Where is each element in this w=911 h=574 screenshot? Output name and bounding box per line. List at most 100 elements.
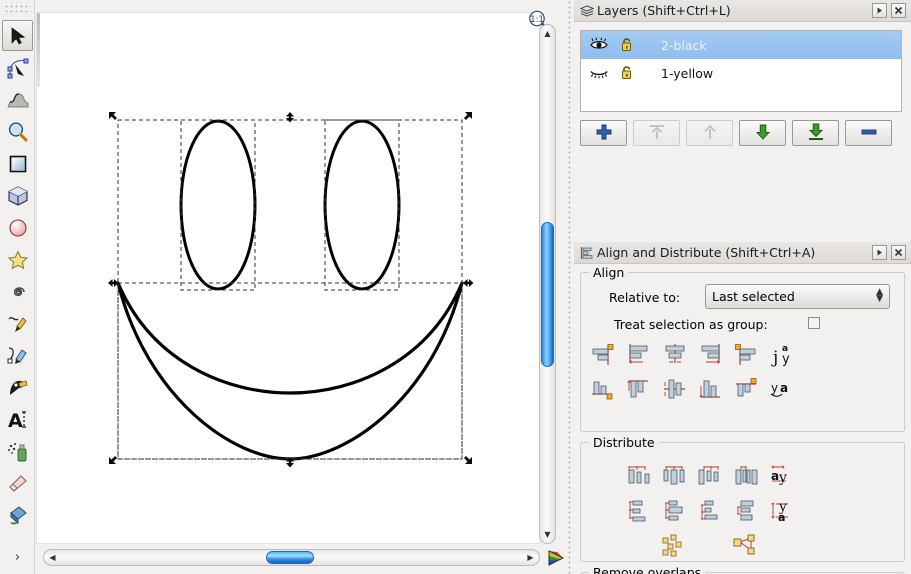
calligraphy-tool[interactable] — [2, 372, 33, 403]
center-on-vertical-axis-button[interactable] — [657, 340, 693, 370]
spiral-tool[interactable] — [2, 276, 33, 307]
scroll-left-arrow-icon[interactable]: ◀ — [45, 550, 60, 565]
distribute-top-edges-equidistantly-button[interactable] — [621, 496, 657, 526]
align-left-edges-button[interactable] — [621, 340, 657, 370]
treat-as-group-checkbox[interactable] — [808, 317, 820, 329]
panel-close-button[interactable] — [891, 3, 906, 18]
layer-lock-toggle[interactable] — [613, 64, 641, 83]
align-panel-header-buttons — [872, 245, 906, 260]
align-bottom-edge-to-top-anchor-button[interactable] — [585, 374, 621, 404]
layer-name: 1-yellow — [661, 65, 714, 81]
node-edit-icon — [7, 57, 29, 79]
raise-layer-button[interactable] — [686, 120, 733, 146]
lower-to-bottom-button[interactable] — [792, 120, 839, 146]
align-h-2-icon — [626, 343, 652, 367]
dist-h-2-icon — [662, 463, 688, 487]
align-panel-header: Align and Distribute (Shift+Ctrl+A) — [574, 242, 911, 264]
distribute-left-edges-equidistantly-button[interactable] — [621, 460, 657, 490]
group-selection-outline — [117, 119, 463, 460]
lower-layer-button[interactable] — [739, 120, 786, 146]
toolbox-drag-grip[interactable] — [3, 2, 31, 12]
dist-text-v-icon: y a — [770, 499, 796, 523]
svg-text:a: a — [771, 469, 779, 483]
star-tool[interactable] — [2, 244, 33, 275]
zoom-tool[interactable] — [2, 116, 33, 147]
dock-resize-grip[interactable] — [566, 0, 574, 574]
vertical-scrollbar[interactable]: ▲ ▼ — [539, 24, 556, 544]
mouth-crescent-path — [116, 281, 464, 461]
delete-layer-button[interactable] — [845, 120, 892, 146]
align-bottom-edges-button[interactable] — [693, 374, 729, 404]
layer-visibility-toggle[interactable] — [585, 37, 613, 54]
rectangle-tool[interactable] — [2, 148, 33, 179]
selector-tool[interactable] — [2, 20, 33, 51]
color-wheel-icon[interactable] — [546, 548, 566, 568]
distribute-text-baselines-vertically-button[interactable]: y a — [765, 496, 801, 526]
layers-stack-icon — [580, 4, 594, 18]
pencil-tool[interactable] — [2, 308, 33, 339]
bezier-pen-tool[interactable] — [2, 340, 33, 371]
ellipse-tool[interactable] — [2, 212, 33, 243]
align-right-edge-to-left-anchor-button[interactable] — [585, 340, 621, 370]
distribute-centers-horizontally-button[interactable] — [657, 460, 693, 490]
layer-row[interactable]: 1-yellow — [581, 59, 901, 87]
distribute-right-edges-equidistantly-button[interactable] — [693, 460, 729, 490]
make-horizontal-gaps-equal-button[interactable] — [729, 460, 765, 490]
horizontal-scrollbar[interactable]: ◀ ▶ — [43, 549, 540, 566]
rectangle-icon — [8, 154, 28, 174]
horizontal-scrollbar-thumb[interactable] — [266, 551, 314, 564]
make-vertical-gaps-equal-button[interactable] — [729, 496, 765, 526]
layer-visibility-toggle[interactable] — [585, 65, 613, 82]
lock-open-icon — [620, 64, 634, 83]
align-h-4-icon — [698, 343, 724, 367]
distribute-horizontal-buttons: a y — [621, 460, 801, 490]
eraser-tool[interactable] — [2, 468, 33, 499]
toolbox-overflow-chevron[interactable]: › — [2, 546, 33, 568]
layer-lock-toggle[interactable] — [613, 36, 641, 55]
scroll-down-arrow-icon[interactable]: ▼ — [540, 527, 555, 542]
align-left-edge-to-right-anchor-button[interactable] — [729, 340, 765, 370]
align-text-anchors-horizontally-button[interactable]: a j y — [765, 340, 801, 370]
align-top-edges-button[interactable] — [621, 374, 657, 404]
align-top-edge-to-bottom-anchor-button[interactable] — [729, 374, 765, 404]
distribute-bottom-edges-equidistantly-button[interactable] — [693, 496, 729, 526]
svg-text:A: A — [8, 410, 23, 431]
vertical-scrollbar-thumb[interactable] — [541, 222, 554, 367]
randomize-positions-button[interactable] — [657, 532, 693, 562]
close-x-icon — [894, 248, 903, 257]
node-editor-tool[interactable] — [2, 52, 33, 83]
panel-menu-button[interactable] — [872, 245, 887, 260]
layers-panel-header-buttons — [872, 3, 906, 18]
distribute-centers-vertically-button[interactable] — [657, 496, 693, 526]
box3d-tool[interactable] — [2, 180, 33, 211]
scroll-up-arrow-icon[interactable]: ▲ — [540, 26, 555, 41]
align-v-2-icon — [626, 377, 652, 401]
drawing-canvas[interactable] — [36, 12, 541, 544]
spray-tool[interactable] — [2, 436, 33, 467]
align-panel-title: Align and Distribute (Shift+Ctrl+A) — [597, 245, 816, 260]
svg-text:y: y — [771, 381, 778, 395]
new-layer-button[interactable] — [580, 120, 627, 146]
align-group-title: Align — [589, 265, 629, 280]
unclump-objects-button[interactable] — [729, 532, 765, 562]
raise-to-top-button[interactable] — [633, 120, 680, 146]
scroll-right-arrow-icon[interactable]: ▶ — [523, 550, 538, 565]
layers-list[interactable]: 2-black 1-yellow — [580, 30, 902, 112]
relative-to-select[interactable]: Last selected ▲ ▼ — [705, 284, 890, 309]
panel-close-button[interactable] — [891, 245, 906, 260]
panel-menu-button[interactable] — [872, 3, 887, 18]
distribute-text-anchors-horizontally-button[interactable]: a y — [765, 460, 801, 490]
align-text-baselines-vertically-button[interactable]: y a — [765, 374, 801, 404]
tweak-tool[interactable] — [2, 84, 33, 115]
layer-row[interactable]: 2-black — [581, 31, 901, 59]
align-right-edges-button[interactable] — [693, 340, 729, 370]
dist-v-4-icon — [734, 499, 760, 523]
relative-to-value: Last selected — [712, 289, 795, 304]
arrow-down-icon — [754, 123, 772, 144]
paint-bucket-tool[interactable] — [2, 500, 33, 531]
center-on-horizontal-axis-button[interactable] — [657, 374, 693, 404]
align-v-3-icon — [662, 377, 688, 401]
align-h-1-icon — [590, 343, 616, 367]
eye-open-icon — [590, 37, 608, 54]
text-tool[interactable]: A — [2, 404, 33, 435]
